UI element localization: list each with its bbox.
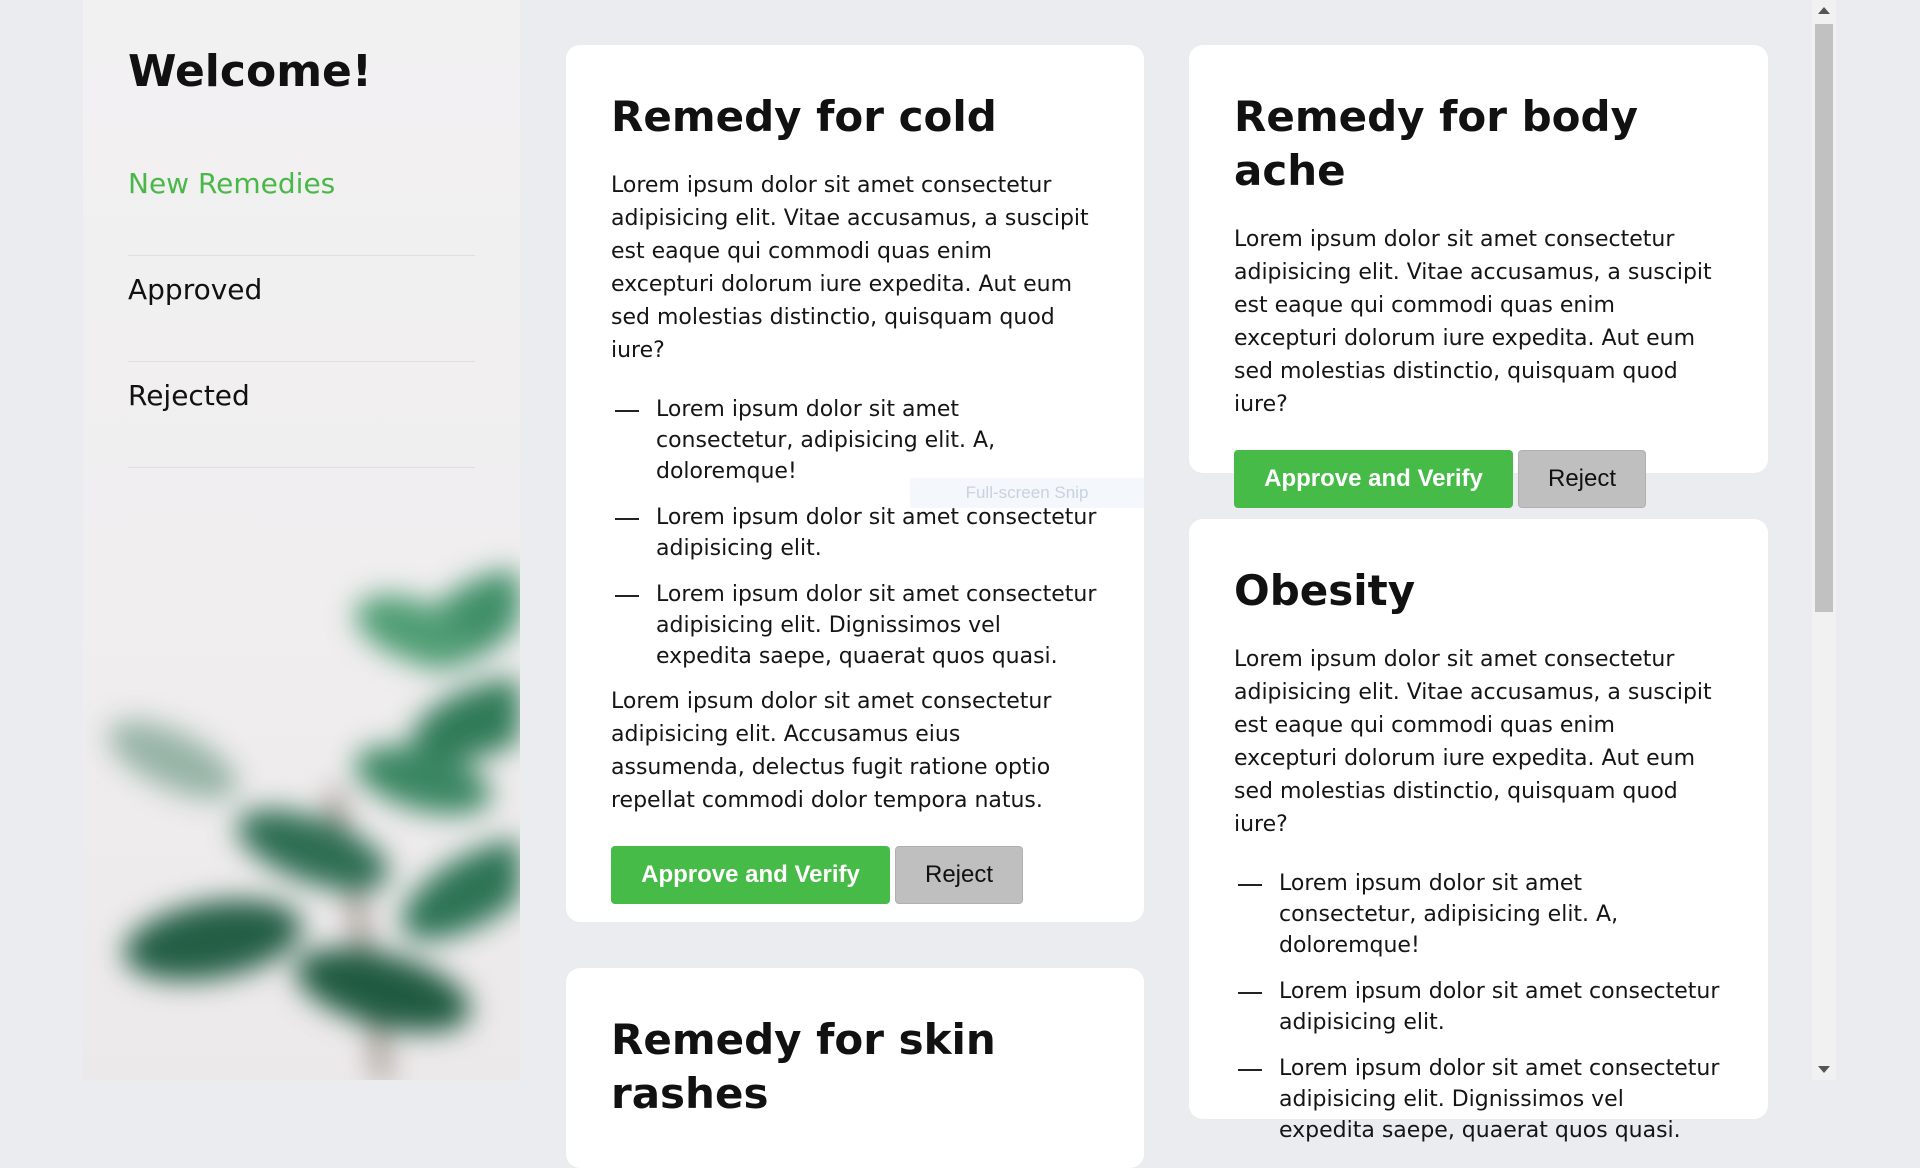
card-title: Remedy for skin rashes: [611, 1015, 996, 1118]
remedy-card-obesity: Obesity Lorem ipsum dolor sit amet conse…: [1189, 519, 1768, 1143]
card-item-list: Lorem ipsum dolor sit amet consectetur, …: [611, 394, 1099, 672]
scroll-up-arrow-icon[interactable]: [1818, 7, 1830, 14]
scrollbar-thumb[interactable]: [1815, 24, 1833, 612]
card-actions: Approve and Verify Reject: [1234, 450, 1723, 508]
dash-icon: [1238, 884, 1262, 886]
plant-background-image: [108, 571, 520, 1080]
dash-icon: [615, 410, 639, 412]
card-description: Lorem ipsum dolor sit amet consectetur a…: [1234, 647, 1712, 837]
list-item-text: Lorem ipsum dolor sit amet consectetur a…: [656, 582, 1097, 669]
nav-item-new-remedies[interactable]: New Remedies: [128, 150, 475, 256]
card-title: Remedy for body ache: [1234, 92, 1638, 195]
dash-icon: [1238, 992, 1262, 994]
dash-icon: [615, 595, 639, 597]
card-item-list: Lorem ipsum dolor sit amet consectetur, …: [1234, 868, 1723, 1146]
nav-item-approved[interactable]: Approved: [128, 256, 475, 362]
dash-icon: [1238, 1069, 1262, 1071]
list-item-text: Lorem ipsum dolor sit amet consectetur a…: [1279, 1056, 1720, 1143]
card-title: Obesity: [1234, 566, 1416, 615]
list-item: Lorem ipsum dolor sit amet consectetur, …: [1234, 868, 1723, 961]
list-item-text: Lorem ipsum dolor sit amet consectetur a…: [1279, 979, 1720, 1035]
nav-item-rejected[interactable]: Rejected: [128, 362, 475, 468]
list-item-text: Lorem ipsum dolor sit amet consectetur a…: [656, 505, 1097, 561]
dash-icon: [615, 518, 639, 520]
reject-button[interactable]: Reject: [895, 846, 1023, 904]
scroll-down-arrow-icon[interactable]: [1818, 1066, 1830, 1073]
approve-and-verify-button[interactable]: Approve and Verify: [1234, 450, 1513, 508]
sidebar-nav: New Remedies Approved Rejected: [128, 150, 475, 468]
list-item: Lorem ipsum dolor sit amet consectetur a…: [1234, 976, 1723, 1038]
list-item-text: Lorem ipsum dolor sit amet consectetur, …: [1279, 871, 1619, 958]
card-actions: Approve and Verify Reject: [611, 846, 1099, 904]
card-description: Lorem ipsum dolor sit amet consectetur a…: [611, 173, 1089, 363]
card-notes: Lorem ipsum dolor sit amet consectetur a…: [611, 689, 1052, 813]
approve-and-verify-button[interactable]: Approve and Verify: [611, 846, 890, 904]
list-item: Lorem ipsum dolor sit amet consectetur a…: [611, 579, 1099, 672]
list-item: Lorem ipsum dolor sit amet consectetur, …: [611, 394, 1099, 487]
card-description: Lorem ipsum dolor sit amet consectetur a…: [1234, 227, 1712, 417]
sidebar: Welcome! New Remedies Approved Rejected: [83, 0, 520, 1080]
full-screen-snip-tooltip: Full-screen Snip: [910, 478, 1144, 508]
list-item: Lorem ipsum dolor sit amet consectetur a…: [611, 502, 1099, 564]
remedy-card-body-ache: Remedy for body ache Lorem ipsum dolor s…: [1189, 45, 1768, 508]
reject-button[interactable]: Reject: [1518, 450, 1646, 508]
list-item: Lorem ipsum dolor sit amet consectetur a…: [1234, 1053, 1723, 1146]
card-title: Remedy for cold: [611, 92, 997, 141]
list-item-text: Lorem ipsum dolor sit amet consectetur, …: [656, 397, 996, 484]
welcome-heading: Welcome!: [128, 46, 372, 97]
vertical-scrollbar[interactable]: [1812, 0, 1836, 1080]
remedy-card-skin-rashes: Remedy for skin rashes: [566, 968, 1144, 1168]
